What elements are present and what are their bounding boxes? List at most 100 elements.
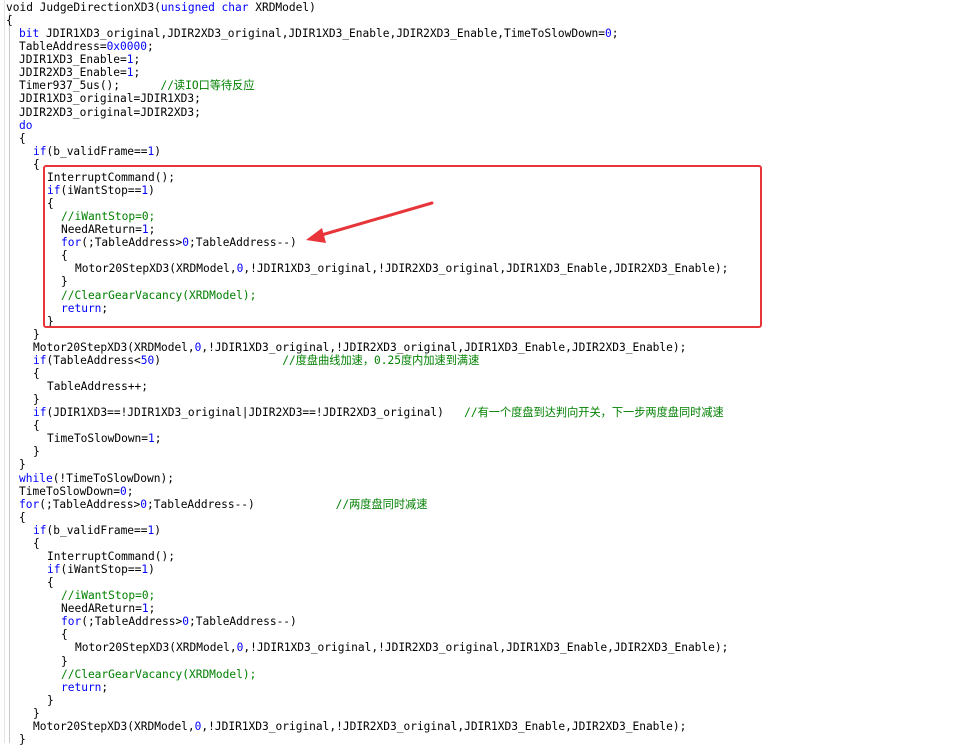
- code-line: NeedAReturn=1;: [61, 602, 155, 615]
- code-number: 1: [148, 432, 155, 446]
- code-token: }: [61, 654, 68, 668]
- code-comment: //两度盘同时减速: [335, 497, 428, 511]
- code-token: ): [154, 144, 162, 158]
- code-keyword: unsigned char: [160, 1, 249, 14]
- code-token: (!TimeToSlowDown);: [52, 471, 174, 485]
- code-token: InterruptCommand();: [47, 549, 175, 563]
- code-line: if(JDIR1XD3==!JDIR1XD3_original|JDIR2XD3…: [33, 406, 724, 419]
- code-token: }: [19, 458, 26, 472]
- code-token: {: [19, 510, 26, 524]
- code-token: ,!JDIR1XD3_original,!JDIR2XD3_original,J…: [201, 340, 687, 354]
- code-token: ;: [133, 66, 141, 80]
- code-line: if(iWantStop==1): [47, 563, 155, 576]
- code-token: (;TableAddress>: [81, 615, 183, 629]
- code-keyword: if: [33, 353, 47, 367]
- code-line: TimeToSlowDown=1;: [47, 432, 162, 445]
- code-comment: //读IO口等待反应: [160, 79, 255, 93]
- code-editor[interactable]: void JudgeDirectionXD3(unsigned char XRD…: [0, 0, 976, 746]
- code-comment: //度盘曲线加速，0.25度内加速到满速: [282, 353, 480, 367]
- code-line: }: [61, 655, 68, 668]
- code-token: TimeToSlowDown=: [19, 484, 121, 498]
- code-keyword: if: [33, 406, 47, 420]
- code-number: 0: [120, 484, 127, 498]
- code-line: {: [33, 158, 40, 171]
- code-token: ;: [611, 27, 619, 41]
- code-token: ): [154, 523, 162, 537]
- code-number: 50: [140, 353, 155, 367]
- code-line: }: [33, 328, 40, 341]
- code-token: JDIR1XD3_Enable=: [19, 53, 127, 67]
- code-comment: //iWantStop=0;: [61, 589, 156, 603]
- code-token: ;TableAddress--): [189, 615, 297, 629]
- code-token: {: [33, 157, 40, 171]
- code-line: JDIR2XD3_original=JDIR2XD3;: [19, 106, 201, 119]
- code-number: 1: [126, 66, 134, 80]
- code-token: ;: [126, 484, 134, 498]
- code-token: void JudgeDirectionXD3(: [6, 1, 161, 14]
- code-token: {: [61, 628, 68, 642]
- code-line: {: [19, 511, 26, 524]
- code-line: TableAddress=0x0000;: [19, 40, 154, 53]
- code-line: for(;TableAddress>0;TableAddress--) //两度…: [19, 498, 427, 511]
- code-comment: //有一个度盘到达判向开关，下一步两度盘同时减速: [464, 406, 724, 420]
- code-line: //ClearGearVacancy(XRDModel);: [61, 668, 256, 681]
- code-number: 0: [182, 615, 190, 629]
- code-line: {: [47, 576, 54, 589]
- code-line: }: [19, 458, 26, 471]
- code-token: ,!JDIR1XD3_original,!JDIR2XD3_original,J…: [243, 641, 729, 655]
- code-token: {: [33, 536, 40, 550]
- code-line: bit JDIR1XD3_original,JDIR2XD3_original,…: [19, 27, 619, 40]
- annotation-highlight-box: [43, 165, 762, 328]
- code-token: Motor20StepXD3(XRDModel,: [33, 340, 195, 354]
- code-token: ;: [101, 680, 109, 694]
- code-line: void JudgeDirectionXD3(unsigned char XRD…: [6, 1, 316, 14]
- fold-guide-line: [9, 13, 10, 743]
- code-token: JDIR1XD3_original,JDIR2XD3_original,JDIR…: [39, 27, 605, 41]
- code-token: ;: [146, 40, 154, 54]
- code-keyword: while: [19, 471, 53, 485]
- code-number: 0x0000: [106, 40, 147, 54]
- code-token: (b_validFrame==: [46, 144, 148, 158]
- code-token: {: [19, 131, 26, 145]
- code-token: }: [19, 732, 26, 746]
- code-token: }: [33, 445, 40, 459]
- code-token: ;: [148, 602, 156, 616]
- code-keyword: if: [47, 563, 61, 576]
- code-line: //iWantStop=0;: [61, 589, 155, 602]
- code-token: ;: [133, 53, 141, 67]
- code-comment: //ClearGearVacancy(XRDModel);: [61, 667, 257, 681]
- code-token: NeedAReturn=: [61, 602, 142, 616]
- code-line: for(;TableAddress>0;TableAddress--): [61, 615, 297, 628]
- code-line: Motor20StepXD3(XRDModel,0,!JDIR1XD3_orig…: [33, 720, 686, 733]
- code-token: }: [33, 327, 40, 341]
- code-line: return;: [61, 681, 108, 694]
- code-line: Motor20StepXD3(XRDModel,0,!JDIR1XD3_orig…: [75, 641, 728, 654]
- code-keyword: for: [19, 497, 40, 511]
- code-token: Timer937_5us();: [19, 79, 161, 93]
- code-keyword: for: [61, 615, 82, 629]
- code-token: }: [33, 706, 40, 720]
- code-token: (TableAddress<: [46, 353, 141, 367]
- code-token: XRDModel): [248, 1, 316, 14]
- code-line: while(!TimeToSlowDown);: [19, 472, 174, 485]
- code-keyword: if: [33, 523, 47, 537]
- code-line: {: [33, 419, 40, 432]
- code-line: JDIR1XD3_original=JDIR1XD3;: [19, 92, 201, 105]
- code-token: (b_validFrame==: [46, 523, 148, 537]
- code-line: TimeToSlowDown=0;: [19, 485, 134, 498]
- code-token: {: [33, 366, 40, 380]
- code-token: (JDIR1XD3==!JDIR1XD3_original|JDIR2XD3==…: [46, 406, 465, 420]
- code-token: Motor20StepXD3(XRDModel,: [33, 719, 195, 733]
- code-keyword: bit: [19, 27, 40, 41]
- code-token: JDIR2XD3_Enable=: [19, 66, 127, 80]
- code-line: }: [19, 733, 26, 746]
- code-token: {: [6, 14, 13, 28]
- code-token: TableAddress++;: [47, 380, 149, 394]
- code-line: {: [33, 367, 40, 380]
- code-keyword: return: [61, 680, 102, 694]
- editor-gutter: [0, 0, 5, 743]
- code-line: Motor20StepXD3(XRDModel,0,!JDIR1XD3_orig…: [33, 341, 686, 354]
- code-number: 1: [141, 602, 149, 616]
- code-token: (iWantStop==: [60, 563, 142, 576]
- code-line: if(TableAddress<50) //度盘曲线加速，0.25度内加速到满速: [33, 354, 479, 367]
